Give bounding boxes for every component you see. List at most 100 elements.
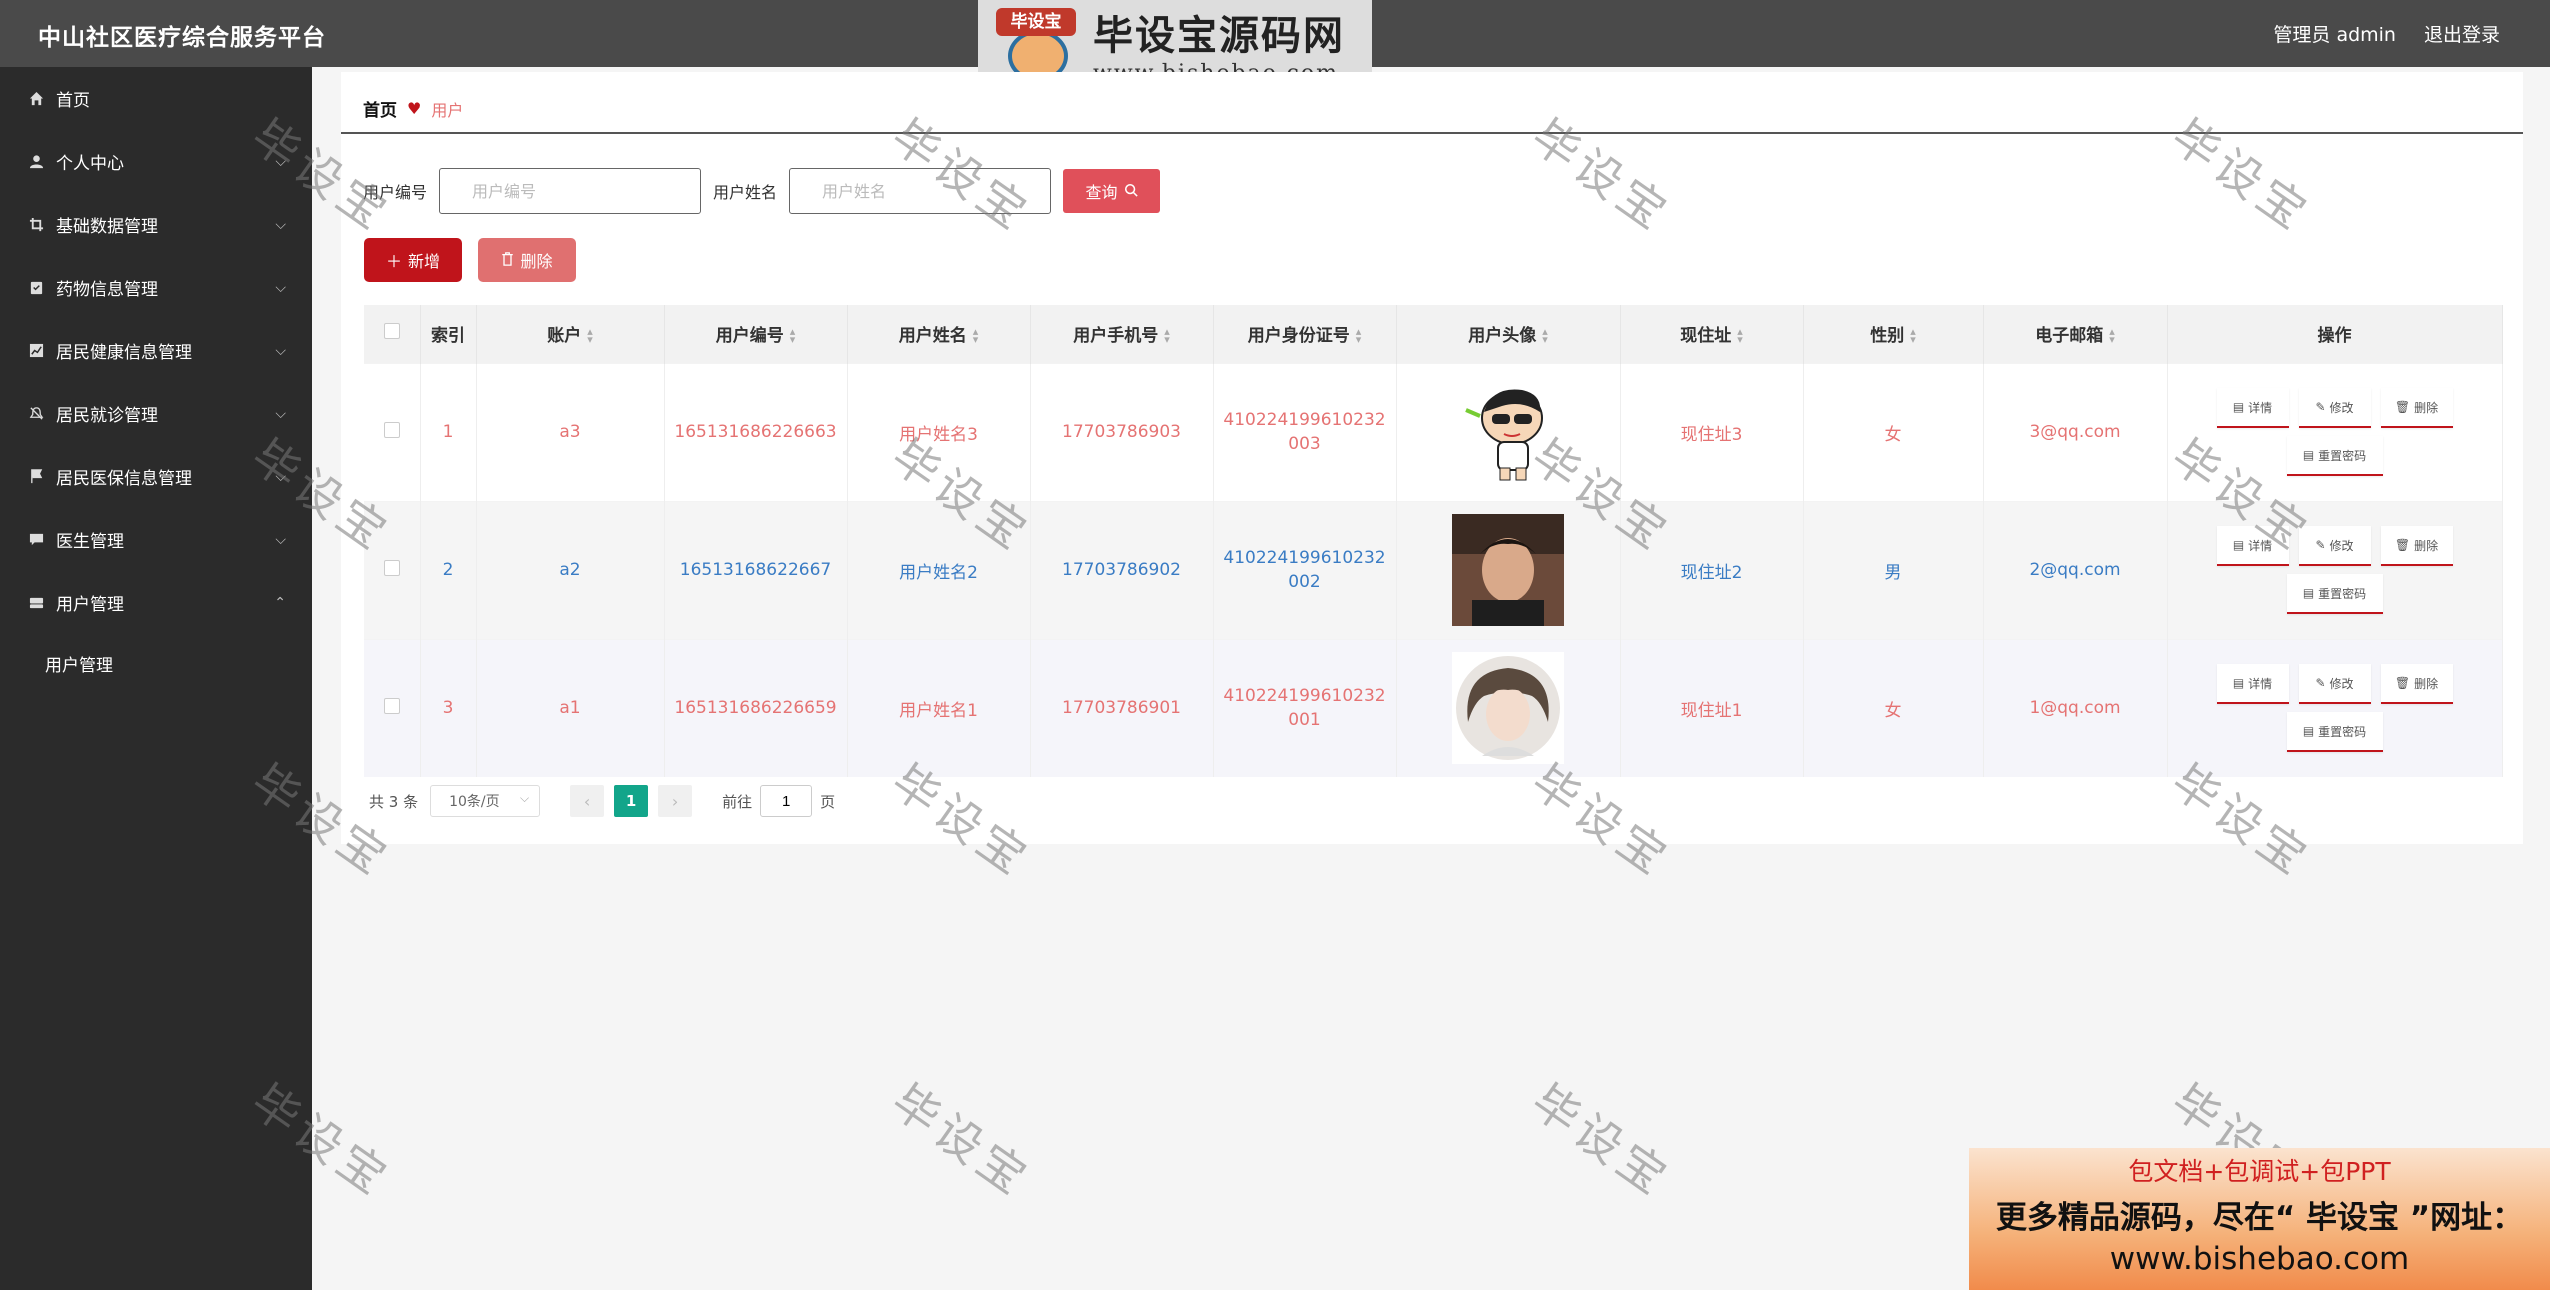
sort-icon[interactable]: ▴ ▾ [790,326,796,345]
sort-icon[interactable]: ▴ ▾ [973,326,979,345]
col-user-no[interactable]: 用户编号 ▴ ▾ [664,305,848,363]
sidebar-item-insurance[interactable]: 居民医保信息管理 ⌵ [0,445,312,508]
sidebar-item-doctors[interactable]: 医生管理 ⌵ [0,508,312,571]
delete-button[interactable]: 🗑 删除 [2380,388,2453,428]
trash-icon: 🗑 [2394,676,2411,691]
app-title: 中山社区医疗综合服务平台 [38,25,326,51]
sidebar-subitem-user-management[interactable]: 用户管理 [0,634,312,692]
row-checkbox[interactable] [383,559,400,576]
delete-button[interactable]: 🗑 删除 [2380,664,2453,705]
query-button[interactable]: 查询 [1063,169,1161,213]
sidebar-item-visits[interactable]: 居民就诊管理 ⌵ [0,382,312,445]
cell-actions: ▤ 详情 ✎ 修改 🗑 删除 ▤ 重置密码 [2167,638,2503,777]
row-checkbox[interactable] [383,421,400,438]
sidebar-item-medicine[interactable]: 药物信息管理 ⌵ [0,256,312,319]
sidebar-item-personal-center[interactable]: 个人中心 ⌵ [0,130,312,193]
row-actions: ▤ 详情 ✎ 修改 🗑 删除 ▤ 重置密码 [2168,388,2502,476]
sidebar-item-home[interactable]: 首页 [0,67,312,130]
edit-button[interactable]: ✎ 修改 [2298,526,2371,566]
col-id-card[interactable]: 用户身份证号 ▴ ▾ [1213,305,1397,363]
trash-icon [501,251,514,270]
col-email[interactable]: 电子邮箱 ▴ ▾ [1983,305,2168,363]
col-phone[interactable]: 用户手机号 ▴ ▾ [1030,305,1214,363]
user-name-input[interactable] [789,168,1052,214]
sort-icon[interactable]: ▴ ▾ [587,326,593,345]
chevron-down-icon: ⌵ [275,153,286,170]
breadcrumb-home[interactable]: 首页 [363,96,397,121]
select-all-checkbox[interactable] [383,323,400,340]
main-panel: 首页 ♥ 用户 用户编号 用户姓名 查询 ＋ 新增 删除 索引 账户 ▴▾ 用户编… [341,72,2523,844]
cell-actions: ▤ 详情 ✎ 修改 🗑 删除 ▤ 重置密码 [2167,500,2503,639]
detail-button[interactable]: ▤ 详情 [2216,526,2289,566]
edit-button-label: 修改 [2329,400,2354,415]
delete-button[interactable]: 🗑 删除 [2380,526,2453,566]
edit-button[interactable]: ✎ 修改 [2298,664,2371,705]
edit-button[interactable]: ✎ 修改 [2298,388,2371,428]
promo-banner[interactable]: 包文档+包调试+包PPT 更多精品源码，尽在“ 毕设宝 ”网址： www.bis… [1969,1148,2550,1290]
cell-account: a1 [476,638,665,777]
detail-button[interactable]: ▤ 详情 [2216,388,2289,428]
col-actions: 操作 [2167,305,2503,363]
row-checkbox[interactable] [383,697,400,714]
col-avatar[interactable]: 用户头像 ▴ ▾ [1396,305,1621,363]
bulk-delete-button[interactable]: 删除 [478,238,576,282]
reset-password-button[interactable]: ▤ 重置密码 [2286,712,2383,753]
cell-phone: 17703786902 [1030,500,1214,639]
cell-id-card: 410224199610232003 [1213,362,1397,501]
delete-button-label: 删除 [520,252,553,271]
sidebar-item-health[interactable]: 居民健康信息管理 ⌵ [0,319,312,382]
logout-button[interactable]: 退出登录 [2424,20,2500,47]
user-table: 索引 账户 ▴ ▾ 用户编号 ▴ ▾ 用户姓名 ▴ ▾ 用户手机号 ▴ ▾ 用户身份证号 ▴ ▾ 用… [364,305,2503,777]
page-number-current[interactable]: 1 [614,785,649,817]
reset-password-button[interactable]: ▤ 重置密码 [2286,436,2383,476]
trash-icon: 🗑 [2394,400,2411,414]
user-no-input[interactable] [439,168,702,214]
col-id-card-label: 用户身份证号 [1247,326,1350,347]
add-button[interactable]: ＋ 新增 [364,238,462,282]
sort-icon[interactable]: ▴ ▾ [1164,326,1170,345]
prev-page-button[interactable]: ‹ [570,785,605,817]
sort-icon[interactable]: ▴ ▾ [2109,326,2115,345]
cell-address: 现住址2 [1620,500,1804,639]
chevron-up-icon: ⌃ [274,594,286,611]
col-account[interactable]: 账户 ▴ ▾ [476,305,665,363]
pencil-icon: ✎ [2315,676,2326,691]
reset-password-button[interactable]: ▤ 重置密码 [2286,574,2383,614]
sort-icon[interactable]: ▴ ▾ [1356,326,1362,345]
col-address[interactable]: 现住址 ▴ ▾ [1620,305,1804,363]
admin-label[interactable]: 管理员 admin [2273,20,2396,47]
sidebar-item-label: 医生管理 [56,532,124,552]
breadcrumb: 首页 ♥ 用户 [363,96,463,121]
select-all-checkbox-cell[interactable] [364,305,421,363]
watermark: 毕设宝 [881,1073,1041,1208]
row-checkbox-cell[interactable] [364,500,421,639]
row-actions: ▤ 详情 ✎ 修改 🗑 删除 ▤ 重置密码 [2168,664,2502,753]
goto-page-input[interactable] [760,785,813,817]
row-checkbox-cell[interactable] [364,362,421,501]
sort-icon[interactable]: ▴ ▾ [1542,326,1548,345]
col-user-name[interactable]: 用户姓名 ▴ ▾ [847,305,1031,363]
row-checkbox-cell[interactable] [364,638,421,777]
pagination: 共 3 条 10条/页 ‹ 1 › 前往 页 [369,785,835,817]
document-icon: ▤ [2302,724,2315,739]
table-row: 2 a2 16513168622667 用户姓名2 17703786902 41… [364,500,2503,639]
detail-button[interactable]: ▤ 详情 [2216,664,2289,705]
cell-address: 现住址3 [1620,362,1804,501]
col-index: 索引 [420,305,477,363]
delete-button-label: 删除 [2414,400,2439,415]
sidebar-item-basic-data[interactable]: 基础数据管理 ⌵ [0,193,312,256]
sidebar-item-users[interactable]: 用户管理 ⌃ [0,571,312,634]
sort-icon[interactable]: ▴ ▾ [1737,326,1743,345]
detail-button-label: 详情 [2248,538,2273,553]
add-button-label: 新增 [408,252,441,271]
user-area: 管理员 admin 退出登录 [2273,20,2500,47]
col-phone-label: 用户手机号 [1073,326,1159,347]
crop-icon [28,217,44,233]
cell-id-card: 410224199610232001 [1213,638,1397,777]
next-page-button[interactable]: › [658,785,693,817]
chart-icon [28,343,44,359]
col-gender[interactable]: 性别 ▴ ▾ [1803,305,1984,363]
page-size-select[interactable]: 10条/页 [430,785,541,817]
chevron-down-icon: ⌵ [275,342,286,359]
sort-icon[interactable]: ▴ ▾ [1910,326,1916,345]
